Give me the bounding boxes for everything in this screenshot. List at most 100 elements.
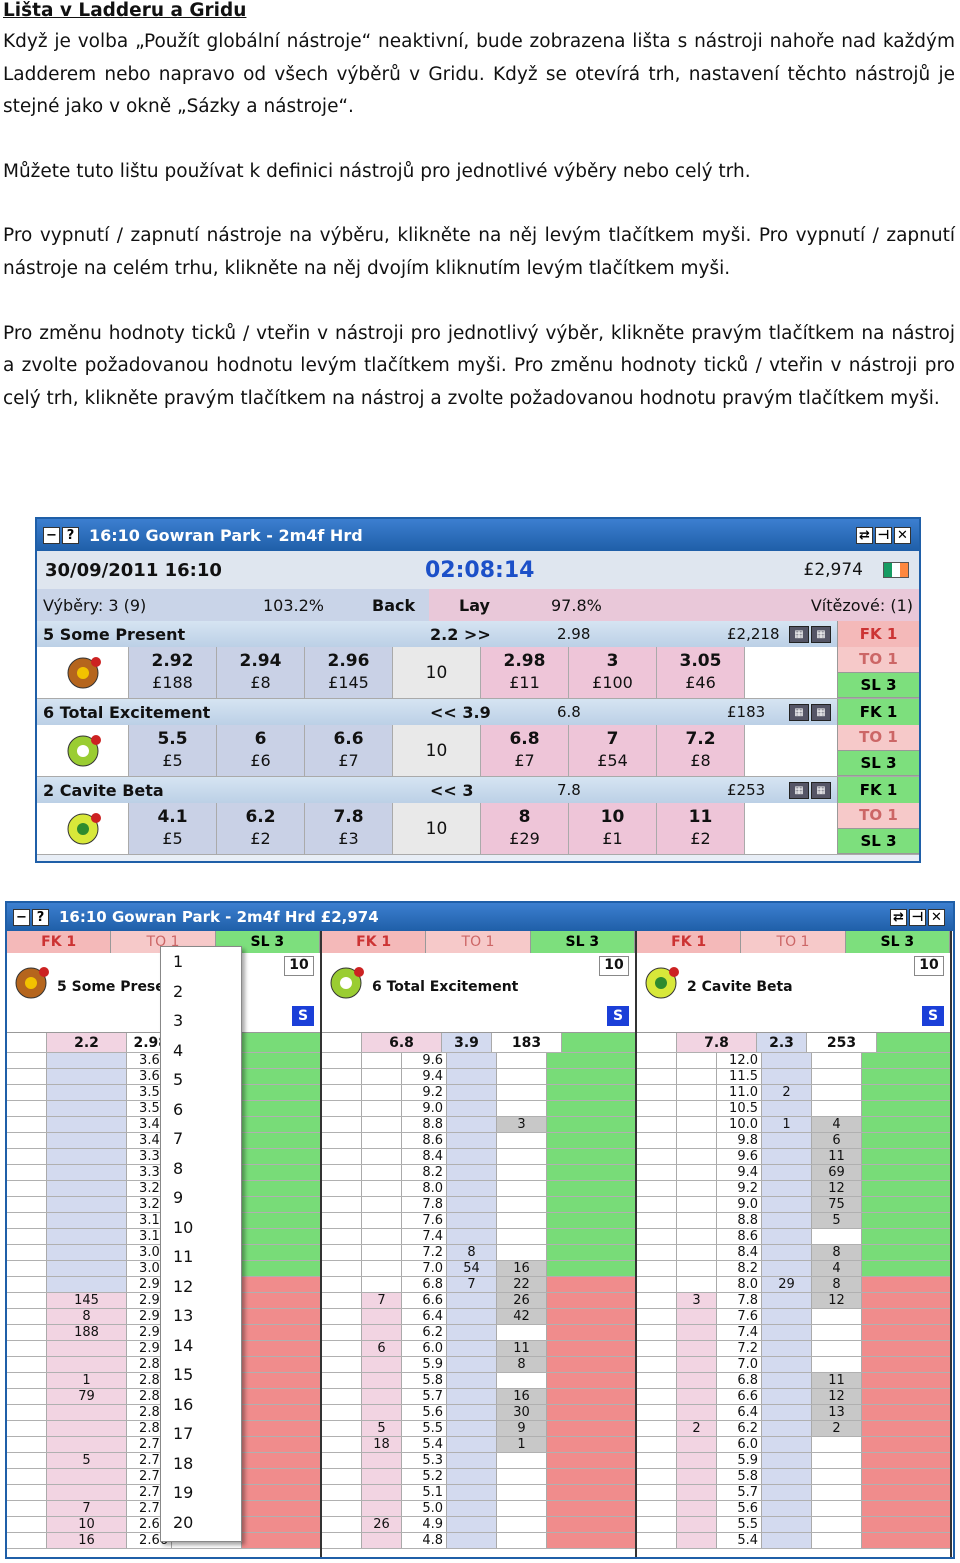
back-volume[interactable] [677,1101,717,1116]
ladder-row[interactable]: 7.6 [322,1213,635,1229]
back-volume[interactable] [47,1469,127,1484]
ladder-row[interactable]: 8.6 [322,1133,635,1149]
ladder-row[interactable]: 10.0 1 4 [637,1117,950,1133]
lay-volume[interactable]: 8 [812,1277,862,1292]
back-volume[interactable] [47,1357,127,1372]
stop-loss-tool[interactable]: SL 3 [837,672,919,698]
ladder-row[interactable]: 26 4.9 [322,1517,635,1533]
back-volume[interactable]: 1 [47,1373,127,1388]
back-volume[interactable] [47,1229,127,1244]
lay-volume[interactable] [497,1485,547,1500]
ladder-row[interactable]: 5.9 8 [322,1357,635,1373]
lay-volume[interactable] [497,1469,547,1484]
lay-volume[interactable]: 12 [812,1293,862,1308]
back-volume[interactable] [362,1133,402,1148]
lay-volume[interactable] [497,1197,547,1212]
lay-price-cell[interactable]: 2.98 £11 [481,647,569,698]
back-price-cell[interactable]: 6.2 £2 [217,803,305,854]
dropdown-option[interactable]: 2 [161,977,241,1007]
settings-icon[interactable]: ▦ [811,781,831,799]
ladder-row[interactable]: 8.0 [322,1181,635,1197]
minimize-icon[interactable]: − [13,908,30,926]
ladder-row[interactable]: 4.8 [322,1533,635,1549]
back-volume[interactable]: 18 [362,1437,402,1452]
ladder-row[interactable]: 6.8 7 22 [322,1277,635,1293]
lay-volume[interactable]: 4 [812,1261,862,1276]
dropdown-option[interactable]: 16 [161,1390,241,1420]
stake-cell[interactable]: 10 [393,647,481,698]
back-volume[interactable] [677,1373,717,1388]
back-price-cell[interactable]: 7.8 £3 [305,803,393,854]
pin-icon[interactable]: ⊣ [875,526,892,544]
back-volume[interactable] [362,1229,402,1244]
back-volume[interactable] [362,1053,402,1068]
stake-input[interactable]: 10 [599,956,629,976]
back-volume[interactable]: 79 [47,1389,127,1404]
ladder-row[interactable]: 3 7.8 12 [637,1293,950,1309]
ladder-row[interactable]: 7.8 [322,1197,635,1213]
back-volume[interactable] [47,1053,127,1068]
back-volume[interactable] [677,1149,717,1164]
ladder-row[interactable]: 6.2 [322,1325,635,1341]
ladder-row[interactable]: 7.6 [637,1309,950,1325]
lay-volume[interactable]: 22 [497,1277,547,1292]
lay-volume[interactable]: 11 [812,1373,862,1388]
back-volume[interactable] [47,1261,127,1276]
back-volume[interactable] [677,1117,717,1132]
back-volume[interactable] [47,1485,127,1500]
ladder-row[interactable]: 9.4 [322,1069,635,1085]
lay-volume[interactable]: 16 [497,1261,547,1276]
back-volume[interactable] [362,1213,402,1228]
back-volume[interactable] [677,1229,717,1244]
ladder-row[interactable]: 5.0 [322,1501,635,1517]
ladder-row[interactable]: 5.9 [637,1453,950,1469]
lay-volume[interactable] [812,1453,862,1468]
tick-value-dropdown[interactable]: 1 2 3 4 5 6 7 8 9 10 11 12 13 14 15 16 17 18 19 20 [160,946,242,1542]
close-icon[interactable]: ✕ [894,526,911,544]
minimize-icon[interactable]: − [43,526,60,544]
ladder-row[interactable]: 8.2 4 [637,1261,950,1277]
lay-volume[interactable]: 11 [497,1341,547,1356]
s-button[interactable]: S [922,1006,944,1026]
lay-volume[interactable]: 6 [812,1133,862,1148]
back-price-cell[interactable]: 5.5 £5 [129,725,217,776]
ladder-row[interactable]: 8.4 8 [637,1245,950,1261]
dropdown-option[interactable]: 4 [161,1036,241,1066]
back-volume[interactable] [47,1421,127,1436]
back-volume[interactable] [47,1117,127,1132]
fill-kill-tool[interactable]: FK 1 [837,621,919,647]
lay-volume[interactable] [497,1517,547,1532]
back-volume[interactable] [362,1453,402,1468]
help-icon[interactable]: ? [32,908,49,926]
lay-volume[interactable] [812,1069,862,1084]
tool-sl[interactable]: SL 3 [845,931,950,953]
lay-volume[interactable] [497,1069,547,1084]
back-volume[interactable] [677,1453,717,1468]
back-volume[interactable] [677,1165,717,1180]
back-volume[interactable] [47,1213,127,1228]
back-volume[interactable] [47,1085,127,1100]
lay-volume[interactable] [812,1485,862,1500]
lay-volume[interactable] [812,1341,862,1356]
ladder-row[interactable]: 6.6 12 [637,1389,950,1405]
lay-volume[interactable] [497,1085,547,1100]
ladder-row[interactable]: 5.6 30 [322,1405,635,1421]
back-price-cell[interactable]: 6 £6 [217,725,305,776]
stake-input[interactable]: 10 [284,956,314,976]
back-volume[interactable] [362,1101,402,1116]
lay-volume[interactable] [497,1501,547,1516]
back-volume[interactable] [47,1101,127,1116]
ladder-row[interactable]: 7.0 [637,1357,950,1373]
ladder-row[interactable]: 5.3 [322,1453,635,1469]
lay-volume[interactable]: 5 [812,1213,862,1228]
tool-to[interactable]: TO 1 [426,931,531,953]
fill-kill-tool[interactable]: FK 1 [837,699,919,725]
back-volume[interactable]: 6 [362,1341,402,1356]
ladder-row[interactable]: 8.6 [637,1229,950,1245]
back-volume[interactable] [677,1389,717,1404]
ladder-row[interactable]: 11.5 [637,1069,950,1085]
lay-volume[interactable]: 4 [812,1117,862,1132]
back-volume[interactable] [677,1309,717,1324]
back-volume[interactable] [677,1357,717,1372]
chart-icon[interactable]: ▦ [789,625,809,643]
